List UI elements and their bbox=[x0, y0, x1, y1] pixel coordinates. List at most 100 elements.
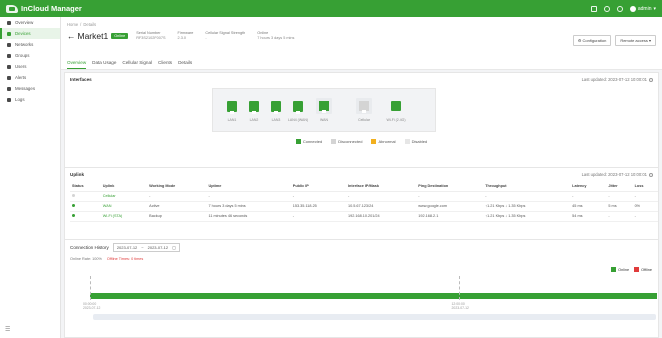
column-header: Jitter bbox=[606, 182, 633, 192]
table-row[interactable]: Wi-Fi (STA) Backup 11 minutes 46 seconds -1… bbox=[70, 211, 658, 222]
sidebar-item-label: Logs bbox=[15, 97, 25, 102]
back-arrow-icon[interactable]: ← bbox=[67, 31, 76, 41]
port-label: Cellular bbox=[358, 118, 370, 122]
sidebar-item-overview[interactable]: Overview bbox=[0, 17, 60, 28]
timeline-scrollbar[interactable] bbox=[93, 314, 656, 320]
sidebar-item-label: Devices bbox=[15, 31, 31, 36]
tab-clients[interactable]: Clients bbox=[158, 58, 172, 69]
meta-item: Online 7 hours 3 days 5 mins bbox=[257, 31, 294, 41]
tab-details[interactable]: Details bbox=[178, 58, 192, 69]
legend-label: Connected bbox=[302, 139, 323, 144]
table-cell: - bbox=[147, 191, 207, 202]
table-cell: ↑1.21 Kbps ↓ 1.35 Kbps bbox=[483, 211, 571, 222]
date-from: 2023-07-12 bbox=[116, 245, 138, 250]
meta-item: Serial Number RF3S2102F007S bbox=[136, 31, 165, 41]
wifi-icon[interactable] bbox=[391, 101, 401, 111]
user-menu[interactable]: admin ▾ bbox=[629, 5, 656, 12]
tick-date: 2023-07-12 bbox=[83, 306, 101, 310]
table-cell: - bbox=[290, 211, 346, 222]
device-name: Market1 bbox=[77, 31, 109, 41]
sidebar-menu: Overview Devices Networks Groups Users Alerts… bbox=[0, 17, 60, 105]
device-meta: Serial Number RF3S2102F007S Firmware 2.3.0 C… bbox=[136, 31, 294, 41]
date-range-picker[interactable]: 2023-07-12 ~ 2023-07-12 ▢ bbox=[112, 243, 180, 252]
ethernet-port-icon[interactable] bbox=[356, 98, 372, 114]
configuration-button[interactable]: ⚙ Configuration bbox=[572, 35, 612, 46]
remote-access-button[interactable]: Remote access ▾ bbox=[615, 35, 656, 46]
timeline-tick bbox=[458, 276, 460, 300]
settings-icon[interactable] bbox=[616, 5, 623, 12]
sidebar-item-devices[interactable]: Devices bbox=[0, 28, 60, 39]
sidebar-item-groups[interactable]: Groups bbox=[0, 50, 60, 61]
legend-disabled: Disabled bbox=[404, 139, 428, 144]
online-rate: Online Rate: 100% bbox=[70, 257, 102, 261]
message-icon bbox=[7, 86, 11, 91]
table-cell: - bbox=[206, 191, 291, 202]
help-icon[interactable] bbox=[590, 5, 597, 12]
sidebar-item-label: Networks bbox=[15, 42, 34, 47]
legend-abnormal: Abnormal bbox=[371, 139, 396, 144]
ethernet-port-icon[interactable] bbox=[293, 101, 303, 114]
breadcrumb-separator: / bbox=[80, 22, 82, 27]
refresh-icon[interactable] bbox=[649, 172, 653, 177]
offline-swatch bbox=[634, 267, 640, 272]
meta-label: Cellular Signal Strength bbox=[205, 31, 246, 35]
alert-icon bbox=[7, 75, 11, 80]
legend-swatch bbox=[371, 139, 377, 144]
column-header: Loss bbox=[632, 182, 658, 192]
status-cell bbox=[70, 211, 101, 222]
table-cell: 192.168.2.1 bbox=[416, 211, 484, 222]
table-cell: - bbox=[483, 191, 571, 202]
table-cell: 0% bbox=[632, 201, 658, 212]
table-row[interactable]: WAN Active 7 hours 3 days 5 mins 153.35.118… bbox=[70, 201, 658, 212]
legend-offline: Offline bbox=[634, 267, 652, 272]
breadcrumb: Home / Details bbox=[67, 22, 656, 27]
calendar-icon: ▢ bbox=[172, 245, 176, 250]
table-cell: - bbox=[416, 191, 484, 202]
devices-icon bbox=[7, 31, 11, 36]
tab-overview[interactable]: Overview bbox=[67, 58, 87, 69]
status-dot bbox=[72, 214, 75, 217]
online-timeline-bar bbox=[90, 293, 657, 299]
notification-icon[interactable] bbox=[603, 5, 610, 12]
table-cell: 10.5.67.123/24 bbox=[345, 201, 417, 212]
column-header: Public IP bbox=[290, 182, 346, 192]
tab-cellular-signal[interactable]: Cellular Signal bbox=[122, 58, 152, 69]
ethernet-port-icon[interactable] bbox=[249, 101, 259, 114]
breadcrumb-home[interactable]: Home bbox=[67, 22, 78, 27]
uplink-updated: Last updated: 2023-07-12 10:00:01 bbox=[582, 172, 653, 177]
sidebar-item-label: Overview bbox=[15, 20, 34, 25]
sidebar-item-messages[interactable]: Messages bbox=[0, 83, 60, 94]
avatar bbox=[629, 5, 636, 12]
table-cell: Wi-Fi (STA) bbox=[100, 211, 148, 222]
table-cell: - bbox=[570, 191, 607, 202]
main-content: Home / Details ← Market1 Online Serial N… bbox=[61, 17, 662, 338]
legend-label: Disabled bbox=[411, 139, 428, 144]
meta-value: - bbox=[205, 36, 207, 41]
sidebar-item-label: Messages bbox=[15, 86, 36, 91]
table-cell: www.google.com bbox=[416, 201, 484, 212]
app-logo[interactable]: InCloud Manager bbox=[6, 4, 82, 13]
sidebar-item-networks[interactable]: Networks bbox=[0, 39, 60, 50]
meta-item: Firmware 2.3.0 bbox=[178, 31, 194, 41]
sidebar-item-alerts[interactable]: Alerts bbox=[0, 72, 60, 83]
table-row[interactable]: Cellular - - - - - - - - - bbox=[70, 191, 658, 202]
sidebar: Overview Devices Networks Groups Users Alerts… bbox=[0, 17, 61, 338]
ethernet-port-icon[interactable] bbox=[316, 98, 332, 114]
history-title: Connection History bbox=[70, 245, 109, 250]
offline-times: Offline Times: 0 times bbox=[106, 257, 144, 261]
user-name: admin bbox=[637, 5, 652, 12]
table-cell: 7 hours 3 days 5 mins bbox=[206, 201, 291, 212]
timeline-tick bbox=[90, 276, 91, 300]
table-cell: - bbox=[606, 211, 633, 222]
legend-swatch bbox=[331, 139, 337, 144]
tab-data-usage[interactable]: Data Usage bbox=[92, 58, 116, 69]
legend-swatch bbox=[404, 139, 410, 144]
sidebar-item-logs[interactable]: Logs bbox=[0, 94, 60, 105]
ethernet-port-icon[interactable] bbox=[227, 101, 237, 114]
table-cell: 45 ms bbox=[570, 201, 607, 212]
refresh-icon[interactable] bbox=[649, 77, 653, 82]
sidebar-item-users[interactable]: Users bbox=[0, 61, 60, 72]
collapse-sidebar-icon[interactable]: ☰ bbox=[5, 326, 10, 333]
table-cell: 153.35.118.25 bbox=[290, 201, 346, 212]
ethernet-port-icon[interactable] bbox=[271, 101, 281, 114]
